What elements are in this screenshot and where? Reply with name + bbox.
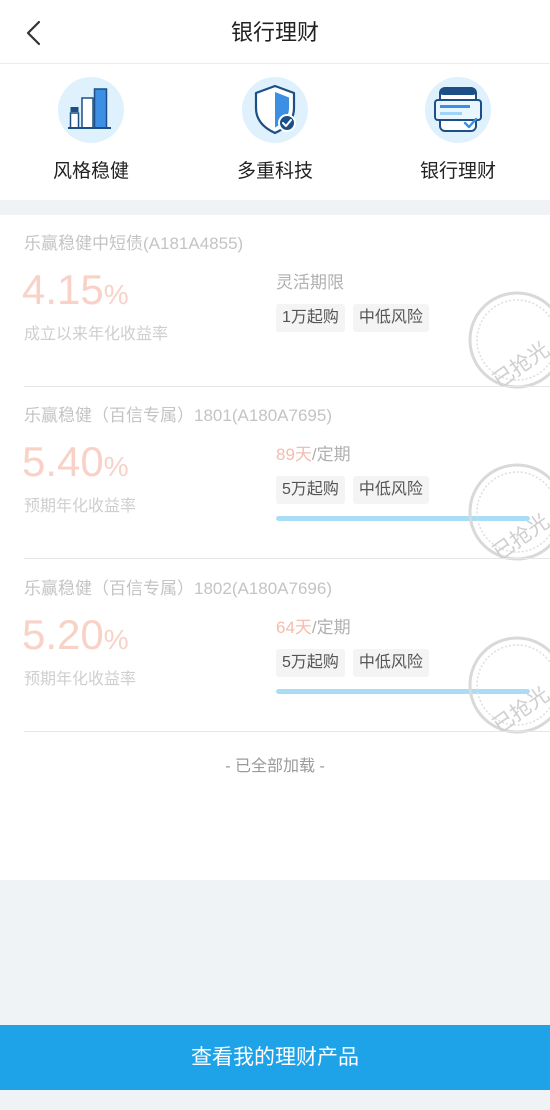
product-list: 乐赢稳健中短债(A181A4855) 4.15% 成立以来年化收益率 灵活期限 … bbox=[0, 215, 550, 880]
view-my-products-button[interactable]: 查看我的理财产品 bbox=[0, 1025, 550, 1090]
term-days: 89天 bbox=[276, 445, 312, 464]
rate-unit: % bbox=[103, 279, 129, 310]
rate-value: 5.20 bbox=[22, 611, 104, 658]
feature-item-technology: 多重科技 bbox=[205, 64, 345, 200]
feature-item-bank-finance: 银行理财 bbox=[388, 64, 528, 200]
bar-chart-icon bbox=[58, 77, 124, 143]
product-rate: 5.40% bbox=[22, 439, 129, 495]
rate-value: 5.40 bbox=[22, 438, 104, 485]
shield-check-icon bbox=[242, 77, 308, 143]
feature-label: 银行理财 bbox=[419, 161, 496, 182]
product-card[interactable]: 乐赢稳健中短债(A181A4855) 4.15% 成立以来年化收益率 灵活期限 … bbox=[0, 215, 550, 390]
min-purchase-tag: 5万起购 bbox=[276, 649, 345, 677]
app-header: 银行理财 bbox=[0, 0, 550, 64]
rate-value: 4.15 bbox=[22, 266, 104, 313]
page-title: 银行理财 bbox=[230, 20, 319, 45]
feature-label: 多重科技 bbox=[236, 161, 313, 182]
sold-out-stamp: 已抢光 bbox=[468, 636, 550, 735]
bank-card-check-icon bbox=[425, 77, 491, 143]
sold-out-stamp: 已抢光 bbox=[468, 291, 550, 390]
risk-level-tag: 中低风险 bbox=[352, 304, 429, 332]
feature-highlights: 风格稳健 多重科技 银行理财 bbox=[0, 64, 550, 200]
product-name: 乐赢稳健（百信专属）1802(A180A7696) bbox=[24, 579, 333, 598]
sold-out-stamp: 已抢光 bbox=[468, 463, 550, 562]
divider bbox=[24, 558, 550, 559]
feature-label: 风格稳健 bbox=[52, 161, 129, 182]
product-tags: 5万起购 中低风险 bbox=[276, 476, 429, 504]
list-end-note: - 已全部加载 - bbox=[225, 758, 325, 775]
product-term: 灵活期限 bbox=[276, 273, 344, 293]
product-tags: 5万起购 中低风险 bbox=[276, 649, 429, 677]
risk-level-tag: 中低风险 bbox=[352, 476, 429, 504]
back-button[interactable] bbox=[18, 16, 48, 50]
term-text: /定期 bbox=[311, 618, 351, 637]
product-name: 乐赢稳健（百信专属）1801(A180A7695) bbox=[24, 406, 333, 425]
min-purchase-tag: 1万起购 bbox=[276, 304, 345, 332]
chevron-left-icon bbox=[26, 20, 41, 46]
product-term: 64天/定期 bbox=[276, 618, 351, 638]
product-card[interactable]: 乐赢稳健（百信专属）1801(A180A7695) 5.40% 预期年化收益率 … bbox=[0, 387, 550, 562]
product-name: 乐赢稳健中短债(A181A4855) bbox=[24, 234, 244, 253]
product-tags: 1万起购 中低风险 bbox=[276, 304, 429, 332]
risk-level-tag: 中低风险 bbox=[352, 649, 429, 677]
divider bbox=[24, 731, 550, 732]
rate-unit: % bbox=[103, 451, 129, 482]
feature-item-style: 风格稳健 bbox=[21, 64, 161, 200]
min-purchase-tag: 5万起购 bbox=[276, 476, 345, 504]
term-days: 64天 bbox=[276, 618, 312, 637]
rate-label: 成立以来年化收益率 bbox=[24, 326, 169, 343]
term-text: 灵活期限 bbox=[276, 273, 344, 292]
rate-unit: % bbox=[103, 624, 129, 655]
product-term: 89天/定期 bbox=[276, 445, 351, 465]
product-rate: 4.15% bbox=[22, 267, 129, 323]
rate-label: 预期年化收益率 bbox=[24, 671, 137, 688]
rate-label: 预期年化收益率 bbox=[24, 498, 137, 515]
term-text: /定期 bbox=[311, 445, 351, 464]
product-card[interactable]: 乐赢稳健（百信专属）1802(A180A7696) 5.20% 预期年化收益率 … bbox=[0, 560, 550, 735]
product-rate: 5.20% bbox=[22, 612, 129, 668]
